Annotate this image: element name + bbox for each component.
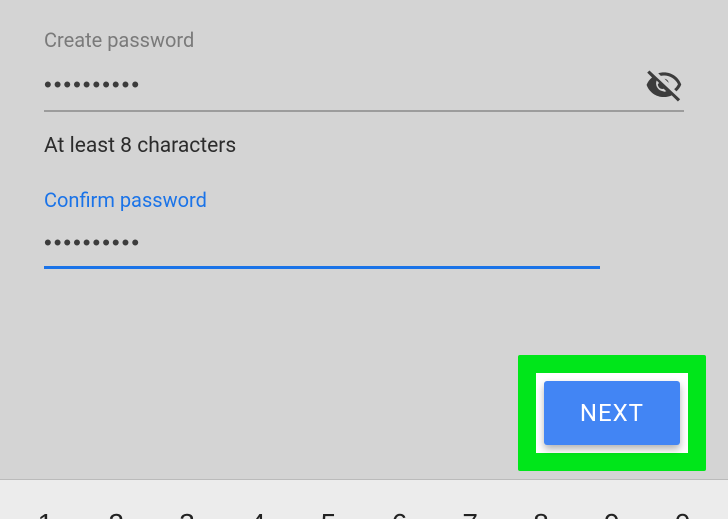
create-password-label: Create password: [44, 28, 684, 52]
confirm-password-label: Confirm password: [44, 188, 684, 212]
next-button-wrapper: NEXT: [536, 373, 688, 453]
create-password-field-group: Create password ••••••••••: [44, 28, 684, 112]
keyboard-number-row: 1 2 3 4 5 6 7 8 9 0: [0, 479, 728, 519]
next-button-highlight: NEXT: [518, 355, 706, 471]
visibility-off-icon[interactable]: [644, 70, 684, 100]
password-helper-text: At least 8 characters: [44, 134, 684, 158]
confirm-password-input-row[interactable]: ••••••••••: [44, 230, 600, 269]
create-password-input[interactable]: ••••••••••: [44, 72, 644, 98]
create-password-input-row[interactable]: ••••••••••: [44, 70, 684, 112]
next-button[interactable]: NEXT: [544, 381, 680, 445]
password-form: Create password •••••••••• At least 8 ch…: [0, 0, 728, 269]
confirm-password-field-group: Confirm password ••••••••••: [44, 188, 684, 269]
confirm-password-input[interactable]: ••••••••••: [44, 230, 600, 256]
